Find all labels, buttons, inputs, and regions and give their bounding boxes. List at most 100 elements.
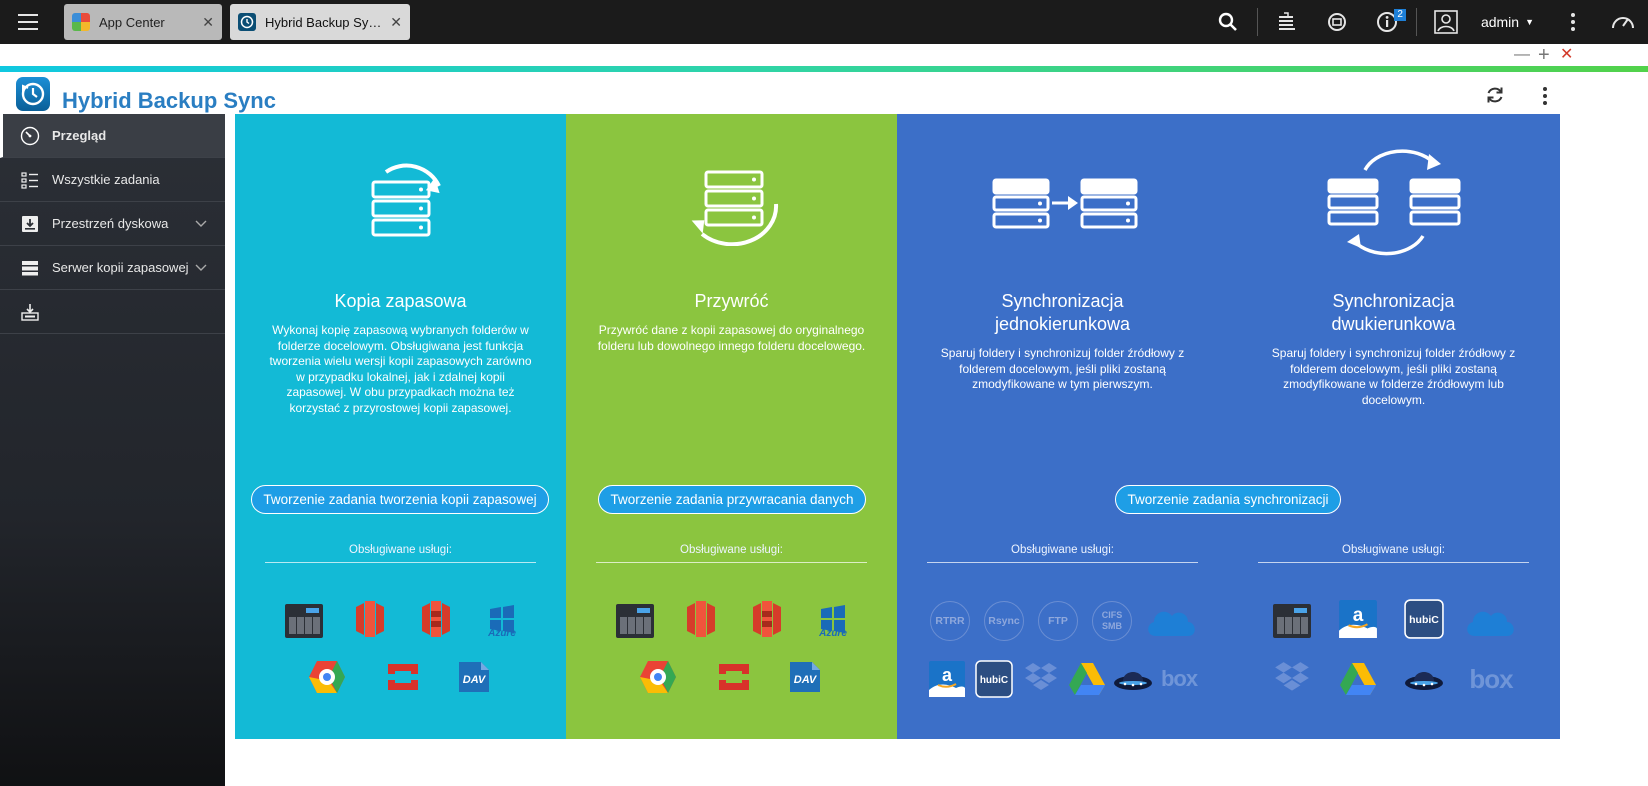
create-restore-job-button[interactable]: Tworzenie zadania przywracania danych [598,485,866,514]
ufo-cloud-icon [1404,659,1444,699]
services-label: Obsługiwane usługi: [680,544,783,556]
refresh-icon [1487,87,1503,103]
nas-icon [1272,601,1312,641]
tab-hybrid-backup-sync[interactable]: Hybrid Backup Syn... ✕ [230,4,410,40]
app-center-icon [72,13,90,31]
sidebar-item-backup-server[interactable]: Serwer kopii zapasowej [0,246,225,290]
hamburger-icon [18,14,38,16]
user-name[interactable]: admin [1481,14,1519,30]
search-button[interactable] [1203,0,1253,44]
dashboard-button[interactable] [1598,0,1648,44]
restore-title: Przywróć [694,291,769,311]
sidebar-item-all-jobs[interactable]: Wszystkie zadania [0,158,225,202]
kebab-menu-icon [1543,87,1547,105]
search-icon [1218,12,1237,31]
amazon-cloud-drive-icon: a [1338,599,1378,639]
create-sync-job-button[interactable]: Tworzenie zadania synchronizacji [1115,485,1341,514]
backup-hero-icon [235,156,566,256]
chevron-down-icon[interactable] [195,260,207,275]
sidebar: Przegląd Wszystkie zadania Przestrzeń dy… [0,114,225,786]
create-backup-job-button[interactable]: Tworzenie zadania tworzenia kopii zapaso… [251,485,549,514]
azure-icon: Azure [813,599,853,639]
close-window-icon[interactable]: ✕ [1560,44,1573,66]
nas-icon [284,601,324,641]
services-label: Obsługiwane usługi: [349,544,452,556]
services-label: Obsługiwane usługi: [1011,544,1114,556]
webdav-icon: DAV [785,657,825,697]
refresh-button[interactable] [1486,86,1504,109]
sidebar-item-overview[interactable]: Przegląd [0,114,225,158]
openstack-icon [714,657,754,697]
gauge-icon [1612,17,1634,29]
dropbox-icon [1021,659,1061,699]
restore-hero-icon [566,156,897,256]
amazon-glacier-icon [681,599,721,639]
google-drive-icon [1338,659,1378,699]
oneway-sync-hero-icon [897,156,1228,256]
tray-download-icon [20,302,40,322]
svg-text:hubiC: hubiC [1409,614,1439,626]
sidebar-item-restore-tray[interactable] [0,290,225,334]
checklist-icon [20,170,40,190]
backup-description: Wykonaj kopię zapasową wybranych folderó… [269,323,532,415]
ftp-icon: FTP [1038,601,1078,641]
sidebar-item-storage-space[interactable]: Przestrzeń dyskowa [0,202,225,246]
minimize-icon[interactable]: — [1514,44,1530,66]
server-icon [20,258,40,278]
services-label: Obsługiwane usługi: [1342,544,1445,556]
dropbox-icon [1272,659,1312,699]
dav-label: DAV [794,674,818,686]
background-tasks-button[interactable] [1312,0,1362,44]
notification-badge: 2 [1394,9,1406,21]
sidebar-item-label: Przegląd [52,128,107,143]
ufo-cloud-icon [1113,659,1153,699]
twoway-sync-hero-icon [1228,149,1559,256]
svg-text:a: a [942,665,953,685]
hubic-icon: hubiC [1404,599,1444,639]
oneway-sync-title: Synchronizacja jednokierunkowa [994,291,1131,334]
stack-tasks-icon [1278,12,1295,30]
amazon-s3-icon [747,599,787,639]
hbs-app-icon [238,13,256,31]
user-avatar[interactable] [1421,0,1471,44]
gauge-icon [20,126,40,146]
notifications-button[interactable]: 2 [1362,0,1412,44]
backup-title: Kopia zapasowa [334,291,467,311]
app-title: Hybrid Backup Sync [62,88,276,113]
openstack-icon [383,657,423,697]
chevron-down-icon[interactable]: ▼ [1525,17,1534,27]
kebab-menu-icon [1571,13,1575,31]
app-more-button[interactable] [1542,86,1548,111]
main-menu-button[interactable] [0,0,56,44]
restore-panel: Przywróć Przywróć dane z kopii zapasowej… [566,114,897,739]
window-controls-bar: — + ✕ [0,44,1648,66]
app-header: Hybrid Backup Sync [0,72,1648,114]
close-icon[interactable]: ✕ [390,14,402,31]
rtrr-icon: RTRR [930,601,970,641]
user-icon [1434,10,1458,34]
twoway-sync-description: Sparuj foldery i synchronizuj folder źró… [1271,346,1516,407]
tab-app-center[interactable]: App Center ✕ [64,4,222,40]
oneway-sync-description: Sparuj foldery i synchronizuj folder źró… [940,346,1185,391]
amazon-cloud-drive-icon: a [927,659,967,699]
tab-label: App Center [99,14,165,30]
close-icon[interactable]: ✕ [202,14,214,31]
twoway-sync-title: Synchronizacja dwukierunkowa [1331,291,1456,334]
more-options-button[interactable] [1548,0,1598,44]
google-cloud-icon [307,657,347,697]
backup-panel: Kopia zapasowa Wykonaj kopię zapasową wy… [235,114,566,739]
chevron-down-icon[interactable] [195,216,207,231]
tasks-button[interactable] [1262,0,1312,44]
download-box-icon [20,214,40,234]
google-cloud-icon [638,657,678,697]
cifs-smb-icon: CIFS SMB [1092,601,1132,641]
amazon-s3-icon [416,599,456,639]
maximize-icon[interactable]: + [1538,44,1550,66]
sidebar-item-label: Wszystkie zadania [52,172,160,187]
tab-label: Hybrid Backup Syn... [265,14,385,30]
sync-tasks-icon [1327,13,1346,31]
sidebar-item-label: Serwer kopii zapasowej [52,260,189,275]
hbs-logo-icon [16,77,50,111]
rsync-icon: Rsync [984,601,1024,641]
sidebar-item-label: Przestrzeń dyskowa [52,216,169,231]
